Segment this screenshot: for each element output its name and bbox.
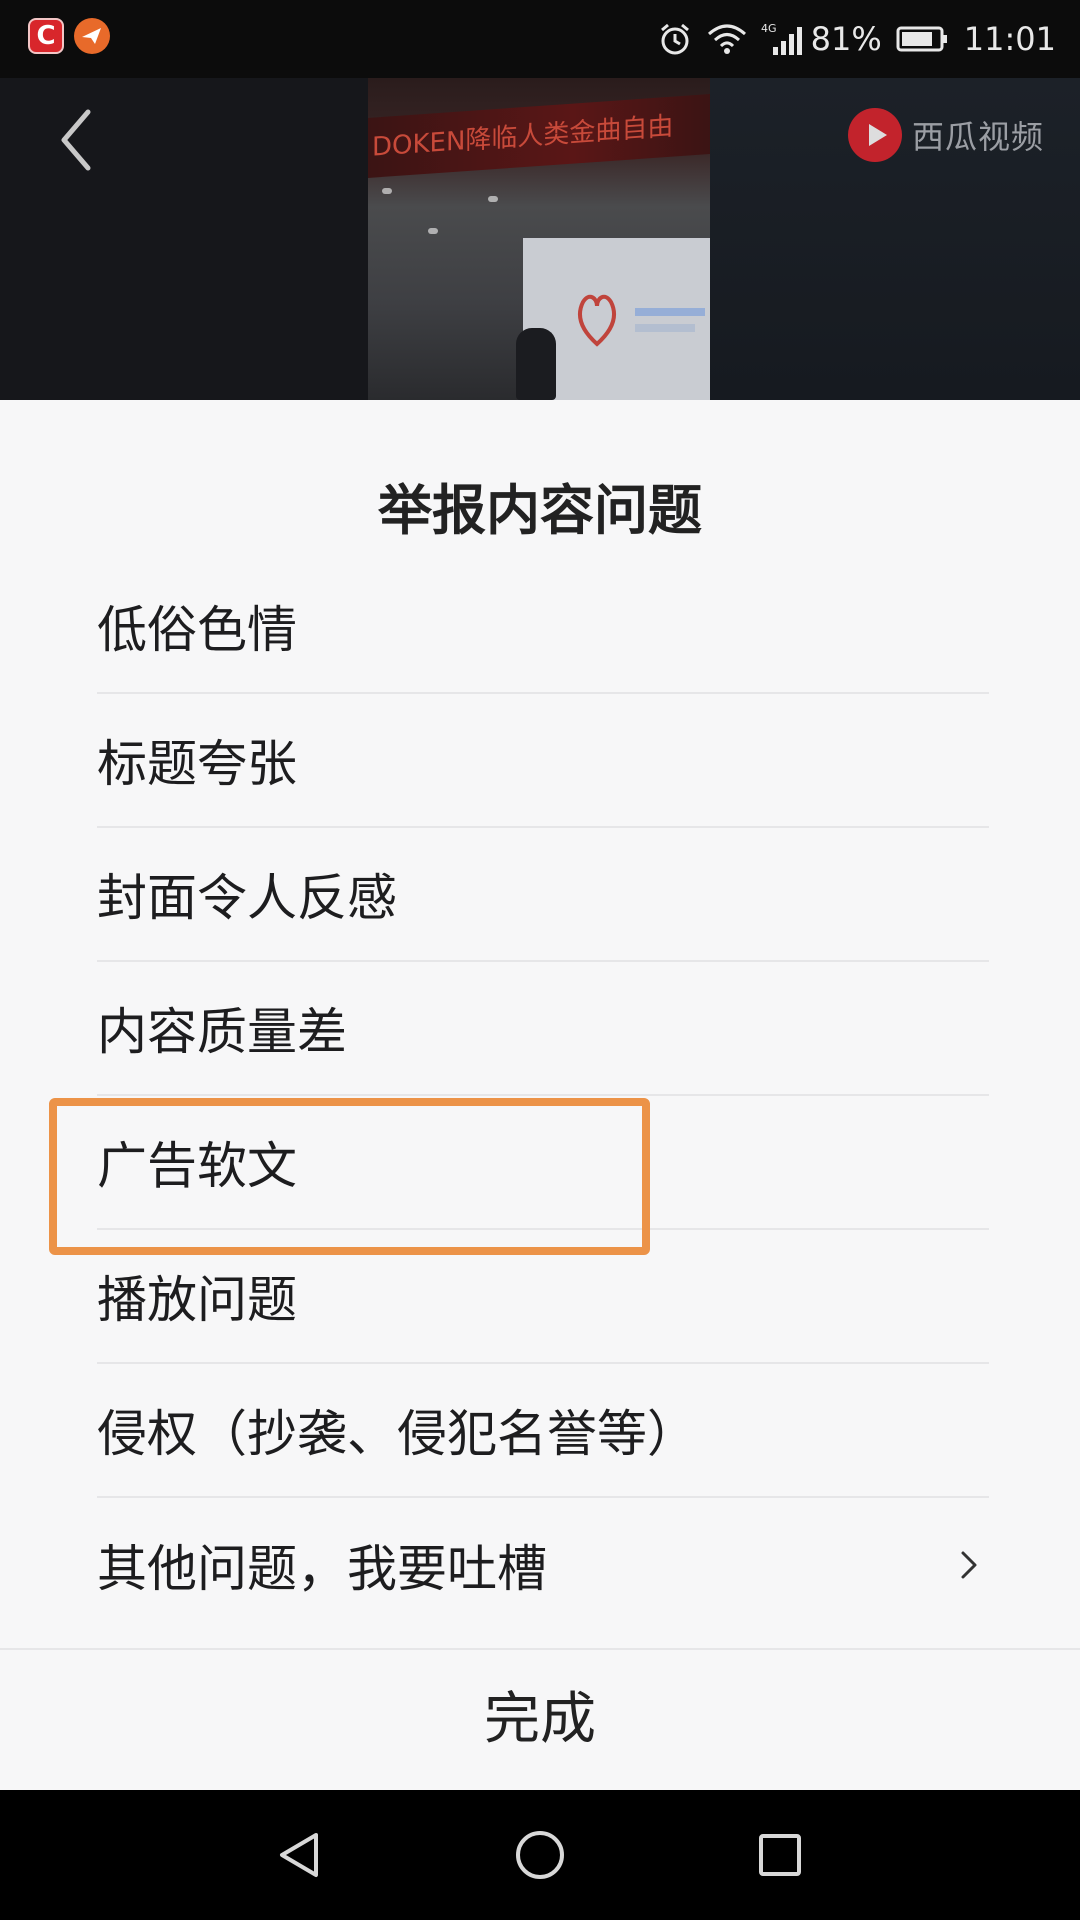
sheet-title: 举报内容问题 <box>378 479 702 542</box>
xigua-brand-logo: 西瓜视频 <box>848 108 1044 162</box>
option-label: 内容质量差 <box>97 1003 347 1061</box>
wifi-icon <box>707 22 747 56</box>
report-sheet: 举报内容问题 低俗色情 标题夸张 封面令人反感 内容质量差 广告软文 播放问题 … <box>0 400 1080 1790</box>
screen-text-line <box>635 308 705 316</box>
heart-logo-icon <box>578 294 616 347</box>
option-playback-issue[interactable]: 播放问题 <box>97 1230 989 1364</box>
report-options-list: 低俗色情 标题夸张 封面令人反感 内容质量差 广告软文 播放问题 侵权（抄袭、侵… <box>97 560 989 1632</box>
recents-square-icon[interactable] <box>750 1825 810 1885</box>
network-type: 4G <box>761 22 777 35</box>
status-bar: C 4G 81% 11:01 <box>0 0 1080 78</box>
option-exaggerated-title[interactable]: 标题夸张 <box>97 694 989 828</box>
screen-text-line <box>635 324 695 332</box>
home-circle-icon[interactable] <box>510 1825 570 1885</box>
option-label: 播放问题 <box>97 1271 297 1329</box>
done-button[interactable]: 完成 <box>0 1650 1080 1790</box>
option-advertorial[interactable]: 广告软文 <box>97 1096 989 1230</box>
option-poor-quality[interactable]: 内容质量差 <box>97 962 989 1096</box>
option-label: 侵权（抄袭、侵犯名誉等） <box>97 1405 697 1463</box>
clock: 11:01 <box>963 20 1056 58</box>
option-label: 其他问题，我要吐槽 <box>97 1540 547 1598</box>
video-frame: DOKEN降临人类金曲自由 <box>368 78 710 400</box>
stage-light <box>382 188 392 194</box>
back-arrow-icon[interactable] <box>56 108 96 176</box>
option-infringement[interactable]: 侵权（抄袭、侵犯名誉等） <box>97 1364 989 1498</box>
option-label: 广告软文 <box>97 1137 297 1195</box>
option-offensive-cover[interactable]: 封面令人反感 <box>97 828 989 962</box>
brand-label: 西瓜视频 <box>912 118 1045 156</box>
option-label: 低俗色情 <box>97 601 297 659</box>
stage-banner: DOKEN降临人类金曲自由 <box>368 94 710 178</box>
battery-percent: 81% <box>810 20 882 58</box>
video-player[interactable]: DOKEN降临人类金曲自由 西瓜视频 <box>0 78 1080 400</box>
chevron-right-icon <box>959 1549 979 1585</box>
option-other-feedback[interactable]: 其他问题，我要吐槽 <box>97 1498 989 1632</box>
battery-icon <box>896 25 948 53</box>
back-triangle-icon[interactable] <box>270 1825 330 1885</box>
option-vulgar[interactable]: 低俗色情 <box>97 560 989 694</box>
paper-plane-app-icon <box>74 18 110 54</box>
cellular-signal-icon: 4G <box>761 21 805 57</box>
option-label: 标题夸张 <box>97 735 297 793</box>
option-label: 封面令人反感 <box>97 869 397 927</box>
speaker-silhouette <box>516 328 556 400</box>
navigation-bar <box>0 1790 1080 1920</box>
stage-light <box>428 228 438 234</box>
alarm-icon <box>657 21 693 57</box>
c-app-icon: C <box>28 18 64 54</box>
play-logo-icon <box>848 108 902 162</box>
stage-light <box>488 196 498 202</box>
screen: C 4G 81% 11:01 DOKEN降临人类金曲自由 西瓜视频 举报内容问题… <box>0 0 1080 1920</box>
